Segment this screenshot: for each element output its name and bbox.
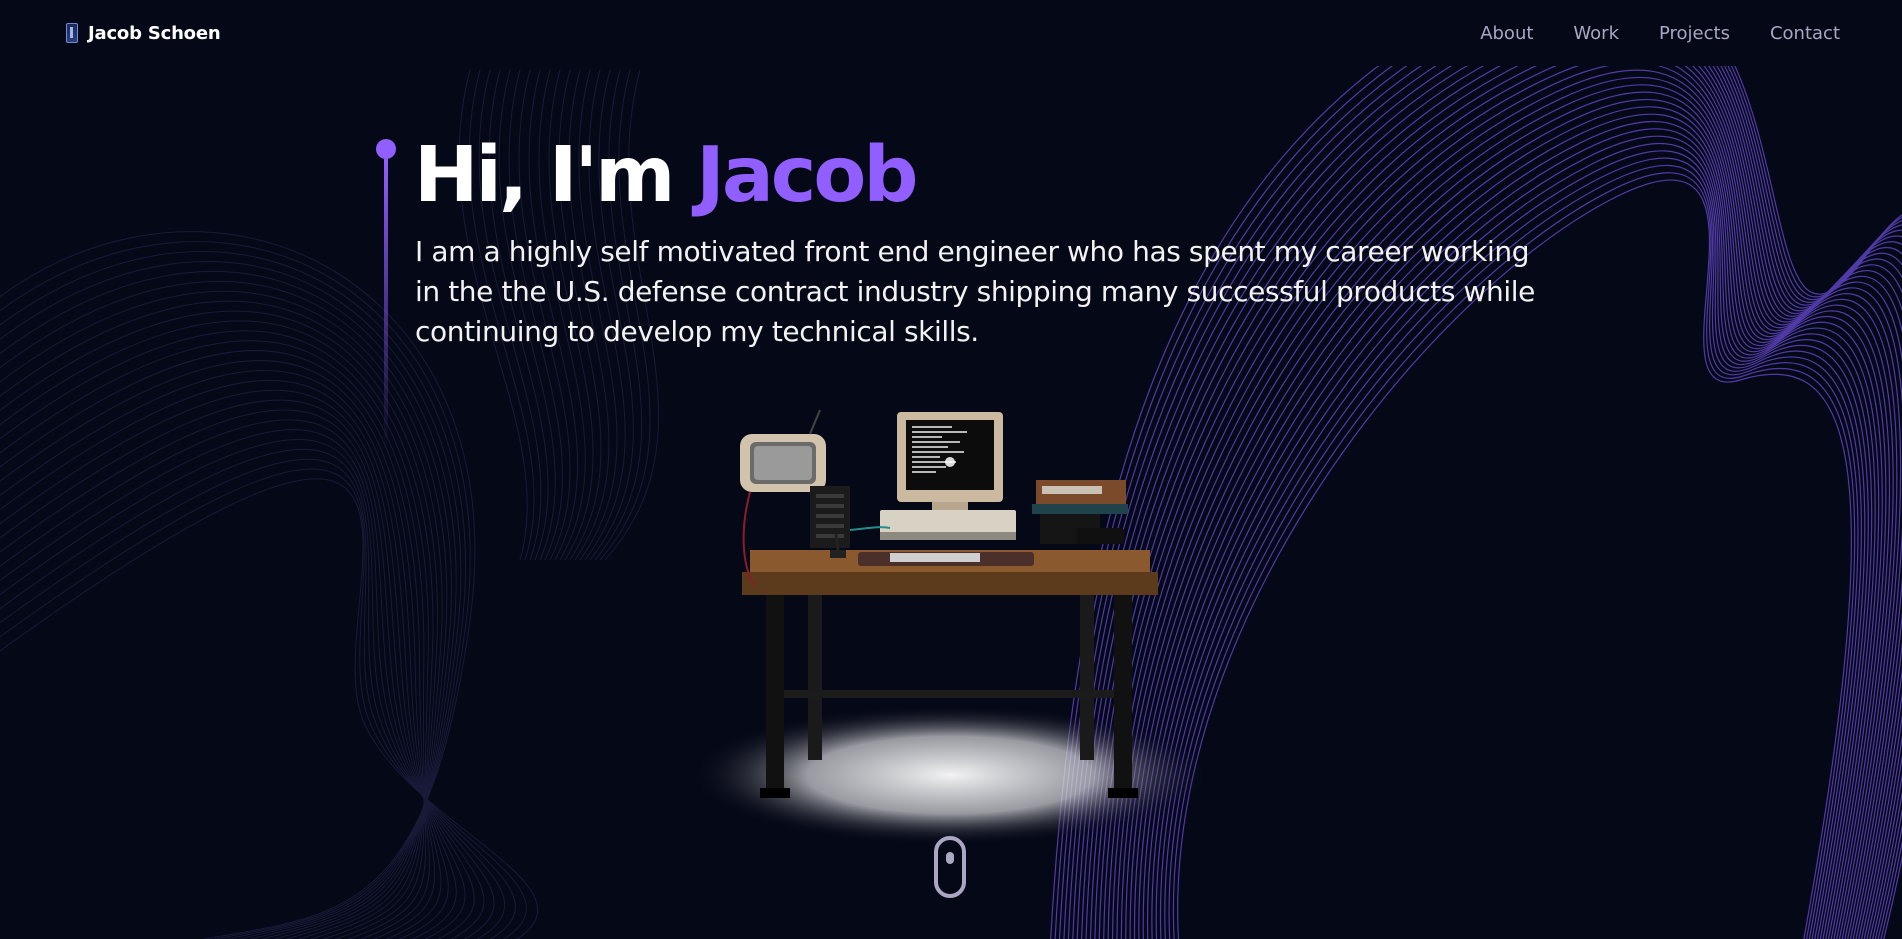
nav-link-contact[interactable]: Contact (1770, 23, 1840, 44)
brand-name: Jacob Schoen (88, 22, 221, 44)
wave-line (0, 389, 449, 939)
nav-link-about[interactable]: About (1480, 23, 1533, 44)
desk-leg-left (766, 595, 784, 795)
accent-bar (384, 159, 388, 449)
wave-line (0, 241, 471, 939)
brand-link[interactable]: Jacob Schoen (66, 20, 221, 46)
phone-logo-icon (66, 23, 78, 43)
wave-line (0, 231, 476, 939)
wave-line (1129, 98, 1891, 939)
wave-line (1107, 62, 1902, 939)
hero-greeting: Hi, I'm (414, 131, 697, 220)
wave-line (1120, 84, 1898, 939)
hero-heading: Hi, I'm Jacob (414, 128, 918, 224)
accent-dot (376, 139, 396, 159)
wave-line (0, 458, 516, 939)
nav-link-projects[interactable]: Projects (1659, 23, 1730, 44)
desk-computer-illustration (740, 409, 1158, 798)
mouse-scroll-icon[interactable] (934, 836, 966, 898)
nav-link-work[interactable]: Work (1573, 23, 1619, 44)
wave-line (1112, 69, 1902, 939)
hero-name: Jacob (696, 131, 918, 220)
hero-accent-line (376, 139, 396, 449)
desk-leg-right (1114, 595, 1132, 795)
hero-subtitle: I am a highly self motivated front end e… (415, 235, 1535, 348)
wave-line (0, 310, 438, 939)
portfolio-page: Jacob Schoen About Work Projects Contact… (0, 0, 1902, 939)
navbar: Jacob Schoen About Work Projects Contact (0, 0, 1902, 66)
nav-links: About Work Projects Contact (1480, 20, 1840, 46)
wave-line (0, 350, 427, 939)
wave-line (0, 360, 430, 939)
wave-line (1125, 91, 1894, 939)
wave-line (0, 478, 538, 939)
scroll-dot (946, 852, 954, 864)
